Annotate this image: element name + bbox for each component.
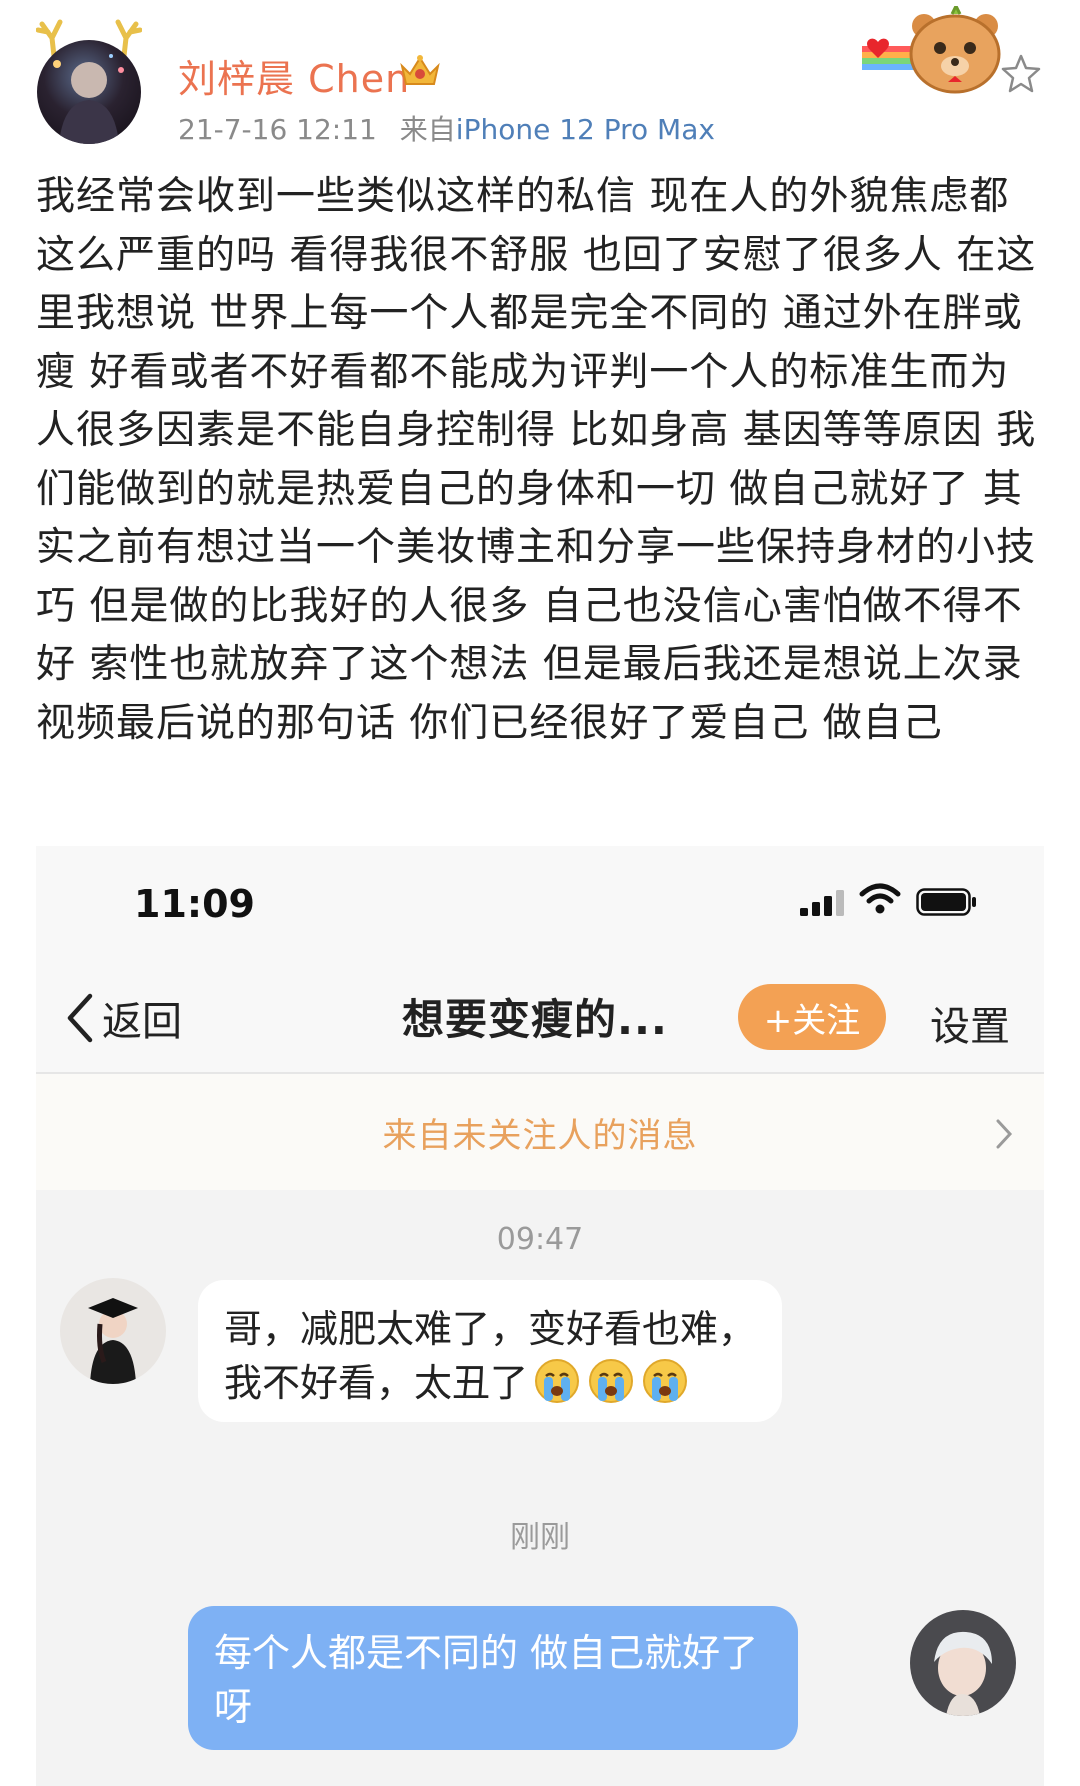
wifi-icon: [859, 883, 901, 914]
unfollowed-notice-bar[interactable]: 来自未关注人的消息: [36, 1074, 1044, 1190]
sender-avatar[interactable]: [60, 1278, 166, 1384]
username[interactable]: 刘梓晨 Chen: [178, 48, 410, 103]
outgoing-message-line1: 每个人都是不同的 做自己就好了: [214, 1631, 759, 1675]
crying-emoji-icon: [643, 1359, 688, 1403]
chevron-right-icon: [996, 1119, 1013, 1149]
incoming-message-line2-text: 我不好看，太丑了: [224, 1361, 529, 1405]
settings-button[interactable]: 设置: [930, 994, 1010, 1052]
outgoing-message-bubble: 每个人都是不同的 做自己就好了 呀: [188, 1606, 798, 1750]
message-timestamp: 刚刚: [510, 1520, 570, 1555]
user-avatar[interactable]: [34, 19, 144, 144]
source-prefix: 来自: [399, 113, 456, 146]
outgoing-message-line2: 呀: [214, 1685, 253, 1729]
post-body: 我经常会收到一些类似这样的私信 现在人的外貌焦虑都这么严重的吗 看得我很不舒服 …: [36, 174, 1037, 746]
incoming-message-bubble: 哥，减肥太难了，变好看也难， 我不好看，太丑了: [198, 1280, 782, 1422]
incoming-message-line1: 哥，减肥太难了，变好看也难，: [224, 1307, 757, 1351]
message-timestamp: 09:47: [496, 1222, 584, 1257]
battery-icon: [916, 888, 976, 916]
own-avatar[interactable]: [910, 1610, 1016, 1716]
chat-navbar: 11:09 返回 想要变瘦的... +关注 设置: [36, 846, 1044, 1074]
crying-emoji-icon: [589, 1359, 634, 1403]
favorite-star-icon[interactable]: [1000, 52, 1042, 94]
back-chevron-icon: [67, 993, 93, 1043]
source-device[interactable]: iPhone 12 Pro Max: [456, 113, 715, 146]
incoming-message-line2: 我不好看，太丑了: [224, 1356, 756, 1410]
post-date: 21-7-16 12:11: [178, 113, 377, 146]
crying-emoji-icon: [535, 1359, 580, 1403]
signal-icon: [800, 890, 844, 916]
chat-title: 想要变瘦的...: [402, 995, 668, 1044]
follow-button[interactable]: +关注: [738, 984, 886, 1050]
back-label: 返回: [102, 999, 182, 1045]
chat-screenshot: 11:09 返回 想要变瘦的... +关注 设置 来自未关注人的消息 09:47…: [36, 846, 1044, 1786]
bear-sticker-icon: [862, 6, 1001, 94]
avatar-photo: [37, 40, 141, 144]
back-button[interactable]: 返回: [66, 990, 182, 1046]
post-meta: 21-7-16 12:11 来自iPhone 12 Pro Max: [178, 108, 715, 148]
crown-badge-icon: [400, 55, 440, 85]
notice-text: 来自未关注人的消息: [382, 1115, 698, 1156]
status-time: 11:09: [134, 882, 255, 926]
